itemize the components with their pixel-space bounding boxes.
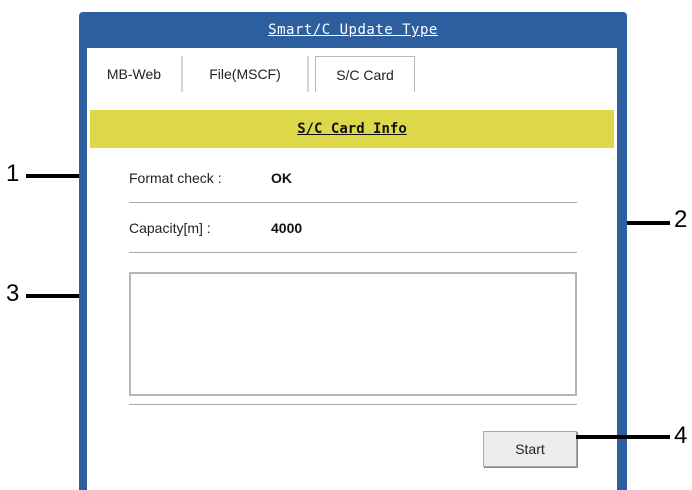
tab-mb-web[interactable]: MB-Web bbox=[87, 56, 183, 92]
tab-file-mscf[interactable]: File(MSCF) bbox=[183, 56, 309, 92]
capacity-row: Capacity[m] : 4000 bbox=[129, 208, 577, 253]
callout-number-3: 3 bbox=[6, 280, 20, 307]
tab-bar: MB-Web File(MSCF) S/C Card bbox=[87, 56, 415, 92]
capacity-label: Capacity[m] : bbox=[129, 220, 211, 236]
callout-number-2: 2 bbox=[674, 206, 688, 233]
callout-line-4 bbox=[576, 435, 670, 439]
divider bbox=[129, 404, 577, 405]
tab-sc-card[interactable]: S/C Card bbox=[315, 56, 415, 92]
callout-number-1: 1 bbox=[6, 160, 20, 187]
update-type-window: Smart/C Update Type MB-Web File(MSCF) S/… bbox=[79, 12, 627, 490]
format-check-value: OK bbox=[271, 170, 292, 186]
title-bar: Smart/C Update Type bbox=[79, 12, 627, 48]
start-button[interactable]: Start bbox=[483, 431, 577, 467]
status-log-textarea[interactable] bbox=[129, 272, 577, 396]
window-title: Smart/C Update Type bbox=[268, 22, 438, 38]
format-check-label: Format check : bbox=[129, 170, 222, 186]
callout-number-4: 4 bbox=[674, 422, 688, 449]
window-content: MB-Web File(MSCF) S/C Card S/C Card Info… bbox=[87, 48, 617, 490]
card-info-title: S/C Card Info bbox=[297, 121, 407, 137]
card-info-header: S/C Card Info bbox=[90, 110, 614, 148]
capacity-value: 4000 bbox=[271, 220, 303, 236]
format-check-row: Format check : OK bbox=[129, 158, 577, 203]
